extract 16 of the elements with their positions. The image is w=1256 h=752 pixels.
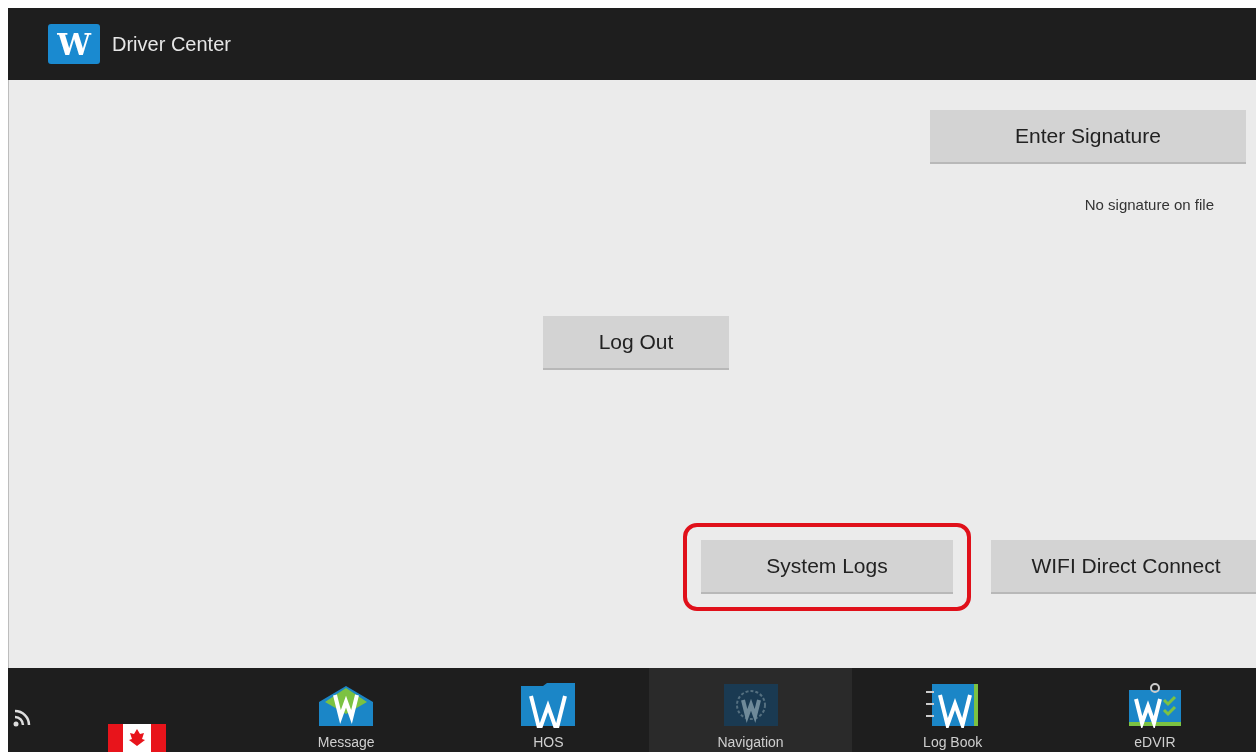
folder-icon [519, 682, 578, 728]
nav-tab[interactable]: eDVIR [1053, 668, 1256, 752]
action-button[interactable]: WIFI Direct Connect [991, 540, 1256, 594]
window-title: Driver Center [112, 32, 231, 56]
nav-tab[interactable]: Message [245, 668, 448, 752]
log-out-button[interactable]: Log Out [543, 316, 729, 370]
globe-icon [721, 682, 780, 728]
app-logo: W [48, 24, 100, 64]
nav-tab[interactable]: Navigation [649, 668, 852, 752]
envelope-icon [317, 684, 376, 728]
canada-flag-icon [108, 724, 166, 752]
nav-tab[interactable]: Log Book [851, 668, 1054, 752]
signature-status: No signature on file [1084, 196, 1214, 213]
nav-tab[interactable]: HOS [447, 668, 650, 752]
enter-signature-button[interactable]: Enter Signature [930, 110, 1246, 164]
action-button[interactable]: System Logs [701, 540, 953, 594]
